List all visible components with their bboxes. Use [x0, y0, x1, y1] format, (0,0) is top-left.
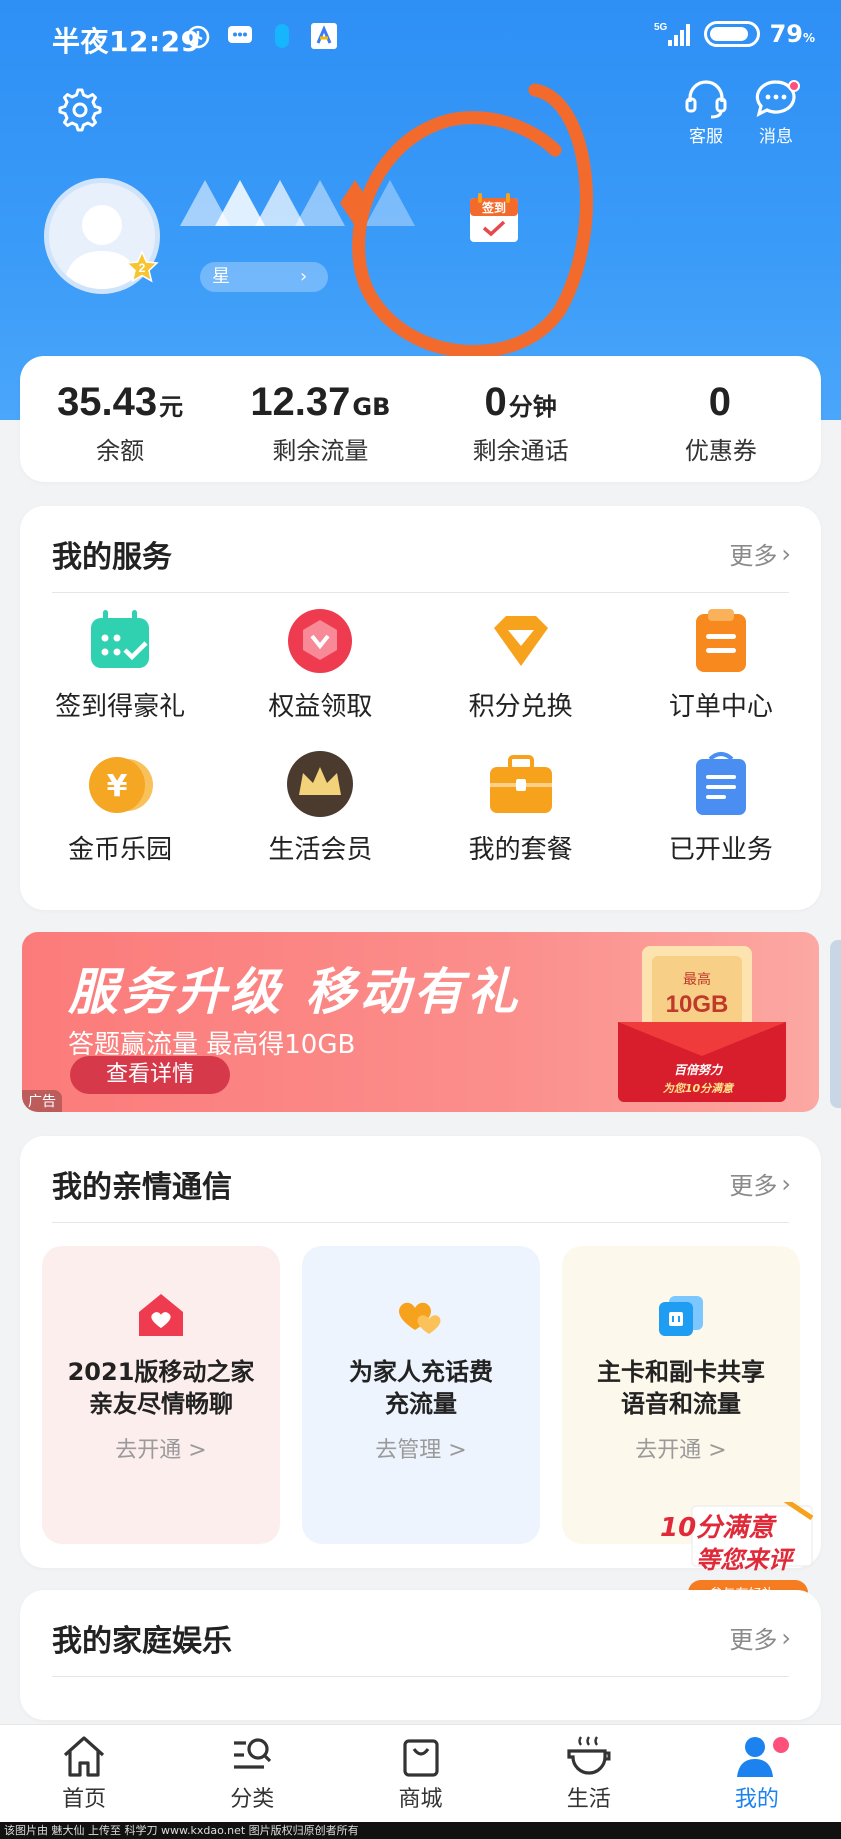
coupons-stat[interactable]: 0 优惠券 — [621, 356, 821, 482]
status-notification-icons — [184, 22, 338, 50]
banner-title: 服务升级 移动有礼 — [68, 963, 522, 1021]
settings-gear-icon[interactable] — [52, 84, 104, 136]
tab-mine[interactable]: 我的 — [673, 1725, 841, 1822]
svg-text:5G: 5G — [654, 22, 668, 33]
service-life-member[interactable]: 生活会员 — [220, 749, 420, 866]
service-my-plan[interactable]: 我的套餐 — [421, 749, 621, 866]
svg-text:最高: 最高 — [683, 971, 711, 988]
my-services-card: 我的服务 更多 › 签到得豪礼 权益领取 积分兑换 订单中心 ¥ 金币乐园 生活会… — [20, 506, 821, 910]
messages-label: 消息 — [759, 127, 793, 147]
status-time: 半夜12:29 — [52, 25, 201, 58]
tab-home[interactable]: 首页 — [0, 1725, 168, 1822]
section-title: 我的家庭娱乐 — [52, 1624, 232, 1659]
category-search-icon — [234, 1738, 272, 1769]
battery-percent: 79 — [769, 20, 803, 48]
notification-dot — [773, 1737, 790, 1753]
more-link[interactable]: 更多 › — [729, 1620, 791, 1655]
more-link[interactable]: 更多 › — [729, 1166, 791, 1201]
chevron-right-icon: › — [781, 539, 791, 568]
family-card-home[interactable]: 2021版移动之家 亲友尽情畅聊 去开通 > — [42, 1246, 280, 1544]
badge-ribbon-icon — [288, 609, 353, 673]
activate-link[interactable]: 去开通 > — [562, 1432, 800, 1464]
svg-text:等您来评: 等您来评 — [696, 1546, 796, 1574]
svg-text:签到: 签到 — [481, 200, 506, 215]
chevron-right-icon: › — [781, 1623, 791, 1652]
tab-life[interactable]: 生活 — [505, 1725, 673, 1822]
headset-icon — [685, 80, 727, 119]
watermark-text: 该图片由 魅大仙 上传至 科学刀 www.kxdao.net 图片版权归原创者所… — [0, 1822, 841, 1839]
checkin-calendar-icon[interactable]: 签到 — [464, 190, 524, 246]
next-banner-peek[interactable] — [830, 940, 841, 1108]
app-drop-icon — [275, 24, 289, 48]
svg-text:10分满意: 10分满意 — [660, 1513, 777, 1543]
service-benefits[interactable]: 权益领取 — [220, 606, 420, 723]
home-icon — [64, 1736, 105, 1777]
promo-banner[interactable]: 服务升级 移动有礼 答题赢流量 最高得10GB 查看详情 广告 最高 10GB … — [22, 932, 819, 1112]
user-name-masked — [180, 180, 415, 226]
red-envelope-gift-icon: 最高 10GB 百倍努力 为您10分满意 — [618, 946, 786, 1102]
unread-dot — [788, 80, 800, 92]
ad-tag: 广告 — [22, 1090, 62, 1112]
bottom-tab-bar: 首页 分类 商城 生活 我的 — [0, 1724, 841, 1822]
data-remaining-stat[interactable]: 12.37GB 剩余流量 — [220, 356, 420, 482]
briefcase-icon — [489, 755, 552, 813]
banner-details-button[interactable]: 查看详情 — [70, 1056, 230, 1094]
calendar-check-icon — [91, 610, 150, 668]
family-card-recharge[interactable]: 为家人充话费 充流量 去管理 > — [302, 1246, 540, 1544]
family-entertainment-card: 我的家庭娱乐 更多 › — [20, 1590, 821, 1720]
activate-link[interactable]: 去开通 > — [42, 1432, 280, 1464]
more-link[interactable]: 更多 › — [729, 536, 791, 571]
customer-service-label: 客服 — [689, 127, 723, 147]
family-cards: 2021版移动之家 亲友尽情畅聊 去开通 > 为家人充话费 充流量 去管理 > … — [42, 1246, 800, 1544]
level-star-icon: 2 — [125, 250, 159, 283]
crown-icon — [287, 751, 354, 817]
signal-5g-icon: 5G — [654, 22, 690, 46]
manage-link[interactable]: 去管理 > — [302, 1432, 540, 1464]
svg-text:¥: ¥ — [107, 769, 128, 804]
account-stats-card: 35.43元 余额 12.37GB 剩余流量 0分钟 剩余通话 0 优惠券 — [20, 356, 821, 482]
service-points-exchange[interactable]: 积分兑换 — [421, 606, 621, 723]
double-heart-icon — [399, 1302, 441, 1334]
service-coin-park[interactable]: ¥ 金币乐园 — [20, 749, 220, 866]
svg-text:2: 2 — [139, 261, 146, 275]
family-card-shared[interactable]: 主卡和副卡共享 语音和流量 去开通 > — [562, 1246, 800, 1544]
app-a-icon — [311, 23, 337, 49]
tab-mall[interactable]: 商城 — [336, 1725, 504, 1822]
status-bar: 半夜12:29 5G 79% — [0, 0, 841, 76]
coffee-cup-icon — [567, 1736, 611, 1775]
section-title: 我的服务 — [52, 540, 172, 575]
service-grid: 签到得豪礼 权益领取 积分兑换 订单中心 ¥ 金币乐园 生活会员 我的套餐 已开 — [20, 606, 821, 866]
diamond-icon — [493, 616, 548, 666]
customer-service-button[interactable]: 客服 — [676, 78, 736, 147]
shopping-bag-icon — [402, 1739, 439, 1777]
chevron-right-icon: › — [781, 1169, 791, 1198]
svg-text:百倍努力: 百倍努力 — [674, 1063, 724, 1077]
yen-coin-icon: ¥ — [89, 757, 154, 813]
sim-cards-icon — [659, 1296, 703, 1336]
call-minutes-stat[interactable]: 0分钟 剩余通话 — [421, 356, 621, 482]
svg-text:为您10分满意: 为您10分满意 — [663, 1082, 735, 1095]
document-bag-icon — [695, 752, 746, 815]
service-checkin[interactable]: 签到得豪礼 — [20, 606, 220, 723]
member-level-pill[interactable]: 星 › — [200, 262, 328, 292]
tab-category[interactable]: 分类 — [168, 1725, 336, 1822]
alarm-icon — [186, 25, 210, 49]
service-active-business[interactable]: 已开业务 — [621, 749, 821, 866]
chat-bubble-icon — [228, 26, 252, 43]
clipboard-icon — [695, 609, 746, 672]
status-right: 5G 79% — [653, 20, 815, 48]
balance-stat[interactable]: 35.43元 余额 — [20, 356, 220, 482]
messages-button[interactable]: 消息 — [746, 78, 806, 147]
service-orders[interactable]: 订单中心 — [621, 606, 821, 723]
home-heart-icon — [139, 1294, 183, 1336]
battery-icon — [703, 21, 760, 47]
svg-text:10GB: 10GB — [666, 991, 729, 1018]
section-title: 我的亲情通信 — [52, 1170, 232, 1205]
